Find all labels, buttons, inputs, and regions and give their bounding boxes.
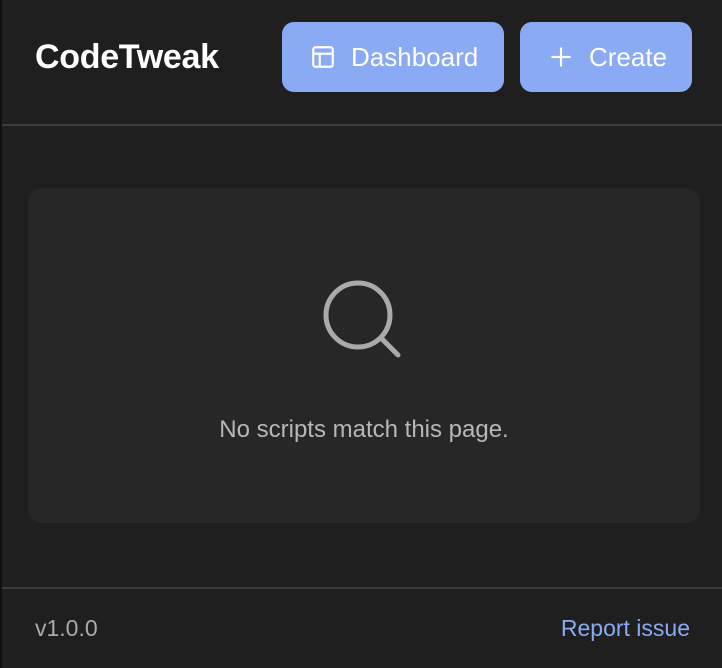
app-title: CodeTweak	[35, 38, 219, 76]
dashboard-button[interactable]: Dashboard	[282, 22, 504, 92]
create-button[interactable]: Create	[520, 22, 692, 92]
empty-state-card: No scripts match this page.	[28, 188, 700, 523]
layout-icon	[310, 44, 336, 70]
footer: v1.0.0 Report issue	[2, 587, 722, 668]
version-label: v1.0.0	[35, 615, 98, 641]
extension-popup: CodeTweak Dashboard Create No scripts ma…	[0, 0, 722, 668]
dashboard-button-label: Dashboard	[351, 41, 479, 72]
header: CodeTweak Dashboard Create	[2, 0, 722, 126]
search-icon	[322, 279, 408, 365]
empty-state-message: No scripts match this page.	[219, 416, 509, 443]
report-issue-link[interactable]: Report issue	[561, 615, 690, 642]
create-button-label: Create	[589, 41, 668, 72]
plus-icon	[548, 44, 574, 70]
